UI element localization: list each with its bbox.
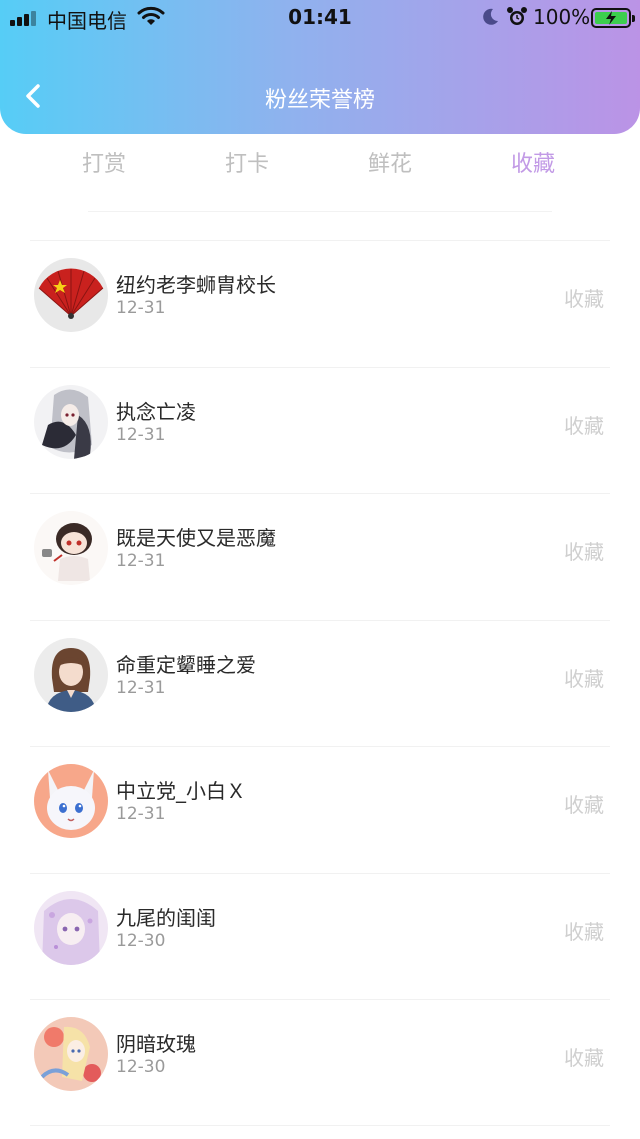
favorite-label: 收藏 xyxy=(564,1046,604,1070)
status-bar: 中国电信 01:41 100% xyxy=(0,0,640,36)
item-date: 12-30 xyxy=(116,930,166,951)
list-item[interactable]: 纽约老李蛳胄校长 12-31 收藏 xyxy=(0,240,640,367)
row-divider xyxy=(30,1125,610,1126)
item-date: 12-30 xyxy=(116,1057,166,1077)
user-name: 中立党_小白Ｘ xyxy=(116,779,246,803)
list-item[interactable]: 既是天使又是恶魔 12-31 收藏 xyxy=(0,493,640,620)
tab-flowers[interactable]: 鲜花 xyxy=(319,146,461,178)
tab-bar: 打赏 打卡 鲜花 收藏 xyxy=(33,146,603,186)
tab-favorites[interactable]: 收藏 xyxy=(462,146,604,178)
battery-icon xyxy=(591,8,635,28)
list-item[interactable]: 阴暗玫瑰 12-30 收藏 xyxy=(0,999,640,1126)
row-divider xyxy=(30,366,610,368)
favorite-label: 收藏 xyxy=(564,413,604,438)
user-name: 命重定颦睡之爱 xyxy=(116,652,256,677)
item-date: 12-31 xyxy=(116,551,166,571)
item-date: 12-31 xyxy=(116,298,166,318)
user-name: 执念亡凌 xyxy=(116,399,196,424)
anime-dark-avatar-icon xyxy=(34,384,108,459)
battery-percent: 100% xyxy=(533,5,591,29)
item-date: 12-31 xyxy=(116,677,166,698)
favorite-label: 收藏 xyxy=(564,540,604,564)
fan-list: 纽约老李蛳胄校长 12-31 收藏 执念亡凌 12-31 收藏 既是天使又是恶魔… xyxy=(0,240,640,1126)
tab-reward[interactable]: 打赏 xyxy=(33,146,175,178)
favorite-label: 收藏 xyxy=(564,793,604,817)
user-name: 阴暗玫瑰 xyxy=(116,1032,196,1056)
user-name: 九尾的闺闺 xyxy=(116,905,216,930)
item-date: 12-31 xyxy=(116,804,166,824)
favorite-label: 收藏 xyxy=(564,919,604,944)
colorful-anime-avatar-icon xyxy=(34,1017,108,1091)
list-item[interactable]: 执念亡凌 12-31 收藏 xyxy=(0,366,640,494)
page-title: 粉丝荣誉榜 xyxy=(264,88,375,113)
user-name: 纽约老李蛳胄校长 xyxy=(116,273,276,297)
list-item[interactable]: 九尾的闺闺 12-30 收藏 xyxy=(0,872,640,1000)
lavender-anime-avatar-icon xyxy=(34,890,108,965)
red-fan-avatar-icon xyxy=(34,258,108,332)
header: 中国电信 01:41 100% 粉丝荣誉榜 xyxy=(0,0,640,134)
favorite-label: 收藏 xyxy=(564,287,604,311)
row-divider xyxy=(30,999,610,1000)
alarm-icon xyxy=(507,7,527,25)
list-item[interactable]: 中立党_小白Ｘ 12-31 收藏 xyxy=(0,746,640,873)
row-divider xyxy=(30,872,610,874)
white-fox-avatar-icon xyxy=(34,764,108,838)
tab-divider xyxy=(88,211,552,212)
row-divider xyxy=(30,240,610,241)
row-divider xyxy=(30,619,610,621)
list-item[interactable]: 命重定颦睡之爱 12-31 收藏 xyxy=(0,619,640,747)
moon-icon xyxy=(483,8,498,25)
tab-checkin[interactable]: 打卡 xyxy=(176,146,318,178)
item-date: 12-31 xyxy=(116,424,166,445)
favorite-label: 收藏 xyxy=(564,666,604,691)
chibi-avatar-icon xyxy=(34,511,108,585)
row-divider xyxy=(30,493,610,494)
girl-photo-avatar-icon xyxy=(34,637,108,712)
row-divider xyxy=(30,746,610,747)
user-name: 既是天使又是恶魔 xyxy=(116,526,276,550)
